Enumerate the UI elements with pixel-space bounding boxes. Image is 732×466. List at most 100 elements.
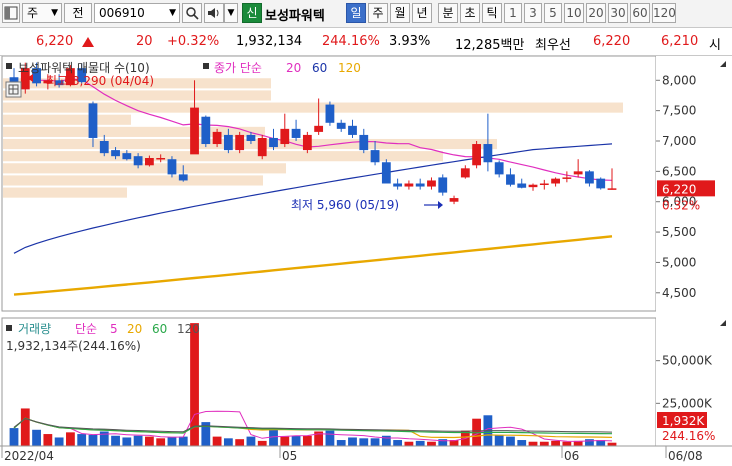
bid-price: 6,210 (661, 34, 699, 49)
candle (596, 177, 606, 190)
price-panel-title: 보성파워텍 매물대 수(10) (18, 61, 150, 75)
interval-button-1[interactable]: 3 (524, 3, 542, 23)
candle-body (393, 183, 403, 187)
ma-period-label: 60 (312, 61, 327, 75)
volume-bar (359, 438, 369, 446)
volume-bar (551, 440, 560, 446)
stock-chart[interactable]: 보성파워텍 매물대 수(10) 종가 단순 20 60 120 최고 8,290 (04/… (0, 56, 732, 466)
market-select-label: 전 (72, 6, 84, 20)
volume-bar (585, 439, 594, 446)
panel-marker-icon (203, 63, 209, 69)
period-tab-3[interactable]: 년 (412, 3, 432, 23)
candle-body (156, 158, 166, 160)
candle-body (212, 131, 222, 145)
period-tab-5[interactable]: 초 (460, 3, 480, 23)
candle-body (167, 159, 177, 175)
interval-button-2[interactable]: 5 (544, 3, 562, 23)
volume-bar (539, 441, 549, 446)
stock-code-value: 006910 (99, 6, 145, 20)
period-tab-4[interactable]: 분 (438, 3, 458, 23)
candle (257, 134, 267, 160)
x-tick-label: 05 (282, 449, 297, 463)
candle-body (438, 177, 448, 193)
quote-bar: 6,220 20 +0.32% 1,932,134 244.16% 3.93% … (0, 28, 732, 56)
volume-bar (427, 441, 436, 446)
y-tick-label: 8,000 (662, 73, 696, 87)
candle (325, 101, 335, 126)
search-icon (186, 7, 199, 20)
candle-body (246, 134, 256, 141)
type-select-label: 주 (27, 6, 39, 20)
current-price-label: 6,220 (662, 182, 696, 196)
volume-bar (517, 440, 527, 446)
candle-body (88, 103, 98, 138)
candle (302, 131, 312, 154)
interval-button-0[interactable]: 1 (504, 3, 522, 23)
volume-bar (122, 437, 132, 446)
current-price: 6,220 (36, 34, 74, 49)
candle-body (573, 171, 583, 175)
volume-bar (246, 436, 256, 446)
volume-ratio: 244.16% (322, 34, 380, 49)
candle-body (111, 150, 120, 157)
volume-bar (562, 441, 572, 446)
candle-body (427, 180, 436, 187)
best-quote-label: 최우선 (535, 38, 571, 53)
candle-body (359, 134, 369, 151)
period-tab-1[interactable]: 주 (368, 3, 388, 23)
volume-ma-period-label: 20 (127, 322, 142, 336)
interval-button-5[interactable]: 30 (608, 3, 628, 23)
current-volume-text: 1,932,134주(244.16%) (6, 339, 141, 353)
period-tab-2[interactable]: 월 (390, 3, 410, 23)
volume-profile-bar (3, 187, 127, 198)
sound-button[interactable] (204, 3, 224, 23)
candle-body (178, 174, 188, 181)
search-button[interactable] (182, 3, 202, 23)
period-tab-6[interactable]: 틱 (482, 3, 502, 23)
volume-bar (280, 436, 290, 446)
sound-dropdown[interactable]: ▼ (224, 3, 238, 23)
volume-bar (528, 441, 538, 446)
interval-button-6[interactable]: 60 (630, 3, 650, 23)
candle-body (415, 183, 425, 187)
speaker-icon (208, 8, 219, 18)
candle-body (517, 183, 527, 188)
volume-bar (54, 437, 64, 446)
period-tab-0[interactable]: 일 (346, 3, 366, 23)
candle-body (528, 184, 538, 188)
volume-profile-bar (3, 163, 286, 174)
candle-body (133, 156, 143, 166)
interval-button-3[interactable]: 10 (564, 3, 584, 23)
candle-body (302, 134, 312, 151)
candle-body (539, 183, 549, 185)
volume-bar (348, 437, 357, 446)
y-tick-label: 4,500 (662, 286, 696, 300)
volume-y-tick-label: 25,000K (662, 396, 713, 410)
y-tick-label: 7,000 (662, 134, 696, 148)
window-menu-icon[interactable] (2, 3, 20, 23)
quote-trailing-label: 시 (709, 38, 721, 53)
volume-bar (178, 436, 188, 446)
stock-name: 보성파워텍 (265, 9, 325, 24)
candle-body (99, 141, 109, 154)
volume-bar (77, 434, 87, 446)
candle-body (336, 122, 346, 129)
volume-ma-label: 단순 (75, 322, 97, 336)
volume-bar (167, 437, 177, 446)
market-select[interactable]: 전 (64, 3, 92, 23)
volume-ma-period-label: 5 (110, 322, 118, 336)
y-tick-label: 6,500 (662, 164, 696, 178)
y-tick-label: 7,500 (662, 104, 696, 118)
candle (235, 131, 245, 154)
low-annotation: 최저 5,960 (05/19) (291, 198, 399, 212)
interval-button-7[interactable]: 120 (652, 3, 676, 23)
stock-code-input[interactable]: 006910 ▼ (94, 3, 180, 23)
candle-body (404, 183, 414, 187)
type-select[interactable]: 주 ▼ (22, 3, 62, 23)
candle (472, 141, 482, 169)
volume-profile-bar (3, 114, 131, 125)
volume-bar (223, 438, 233, 446)
x-tick-label: 06/08 (668, 449, 703, 463)
interval-button-4[interactable]: 20 (586, 3, 606, 23)
volume-panel-title: 거래량 (18, 322, 51, 336)
